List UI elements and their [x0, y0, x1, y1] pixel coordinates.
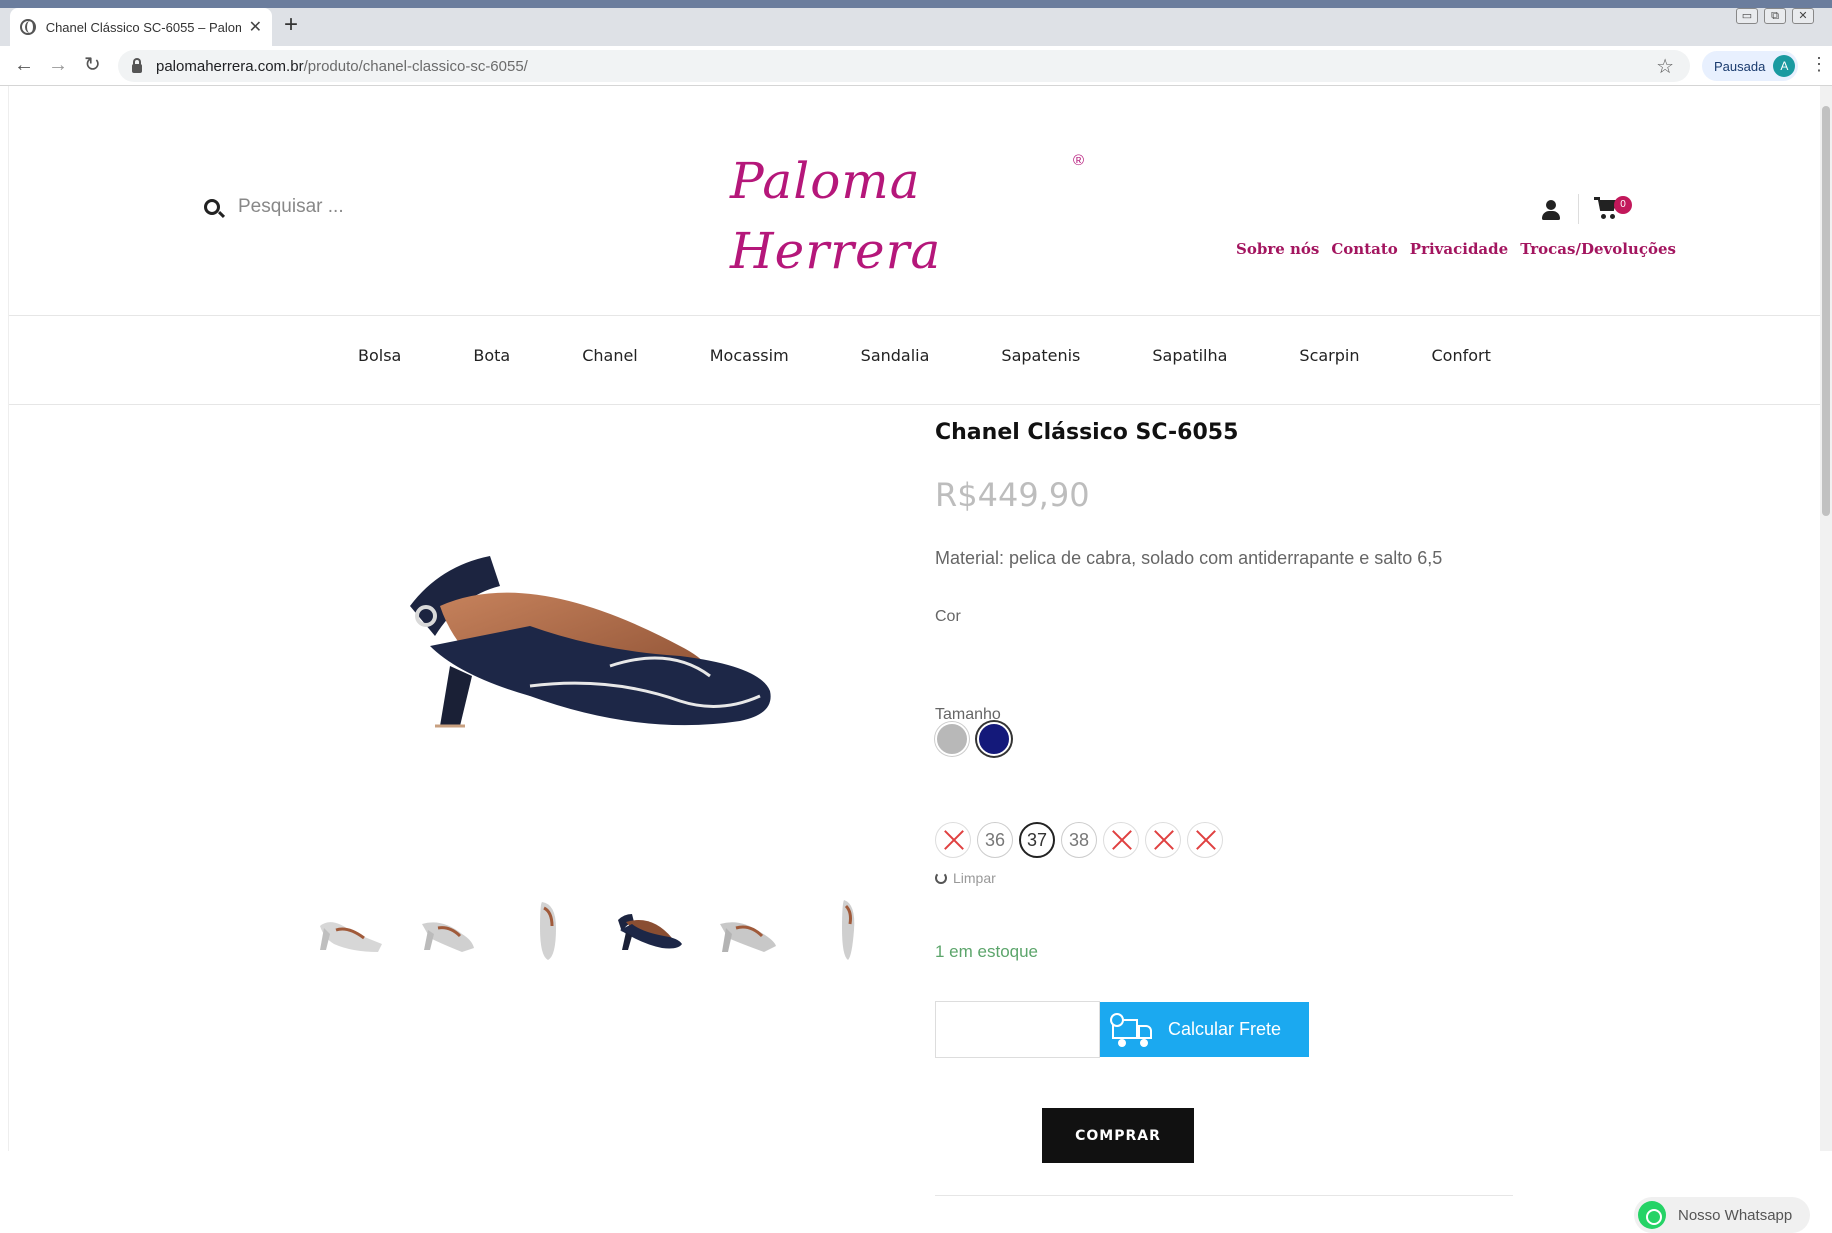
- size-option-unavailable: [935, 822, 971, 858]
- refresh-icon: [935, 872, 947, 884]
- color-swatch-silver[interactable]: [935, 722, 969, 756]
- browser-chrome: Chanel Clássico SC-6055 – Palom ✕ + ▭ ⧉ …: [0, 0, 1832, 86]
- titlebar: [0, 0, 1832, 8]
- product-title: Chanel Clássico SC-6055: [935, 420, 1239, 445]
- site-logo[interactable]: Paloma Herrera ®: [730, 146, 1090, 280]
- truck-icon: [1110, 1012, 1154, 1047]
- icon-divider: [1578, 194, 1579, 224]
- logo-text: Paloma Herrera: [730, 152, 942, 280]
- globe-icon: [20, 19, 36, 35]
- thumbnail[interactable]: [312, 898, 384, 962]
- summary-divider: [935, 1195, 1513, 1196]
- thumbnail[interactable]: [612, 898, 684, 962]
- search-input[interactable]: [238, 196, 498, 218]
- nav-item-chanel[interactable]: Chanel: [582, 346, 638, 365]
- minimize-button[interactable]: ▭: [1736, 8, 1758, 24]
- size-option-36[interactable]: 36: [977, 822, 1013, 858]
- nav-item-bolsa[interactable]: Bolsa: [358, 346, 401, 365]
- nav-item-mocassim[interactable]: Mocassim: [710, 346, 789, 365]
- page-scrollbar[interactable]: [1820, 86, 1832, 1151]
- thumbnail[interactable]: [512, 898, 584, 962]
- nav-item-sapatenis[interactable]: Sapatenis: [1001, 346, 1080, 365]
- category-nav: Bolsa Bota Chanel Mocassim Sandalia Sapa…: [358, 346, 1563, 365]
- profile-label: Pausada: [1714, 58, 1766, 74]
- link-sobre-nos[interactable]: Sobre nós: [1236, 240, 1319, 258]
- address-bar[interactable]: palomaherrera.com.br /produto/chanel-cla…: [118, 50, 1690, 82]
- browser-menu-icon[interactable]: ⋮: [1810, 54, 1828, 75]
- size-option-unavailable: [1145, 822, 1181, 858]
- url-path: /produto/chanel-classico-sc-6055/: [303, 57, 528, 75]
- bookmark-star-icon[interactable]: ☆: [1656, 54, 1674, 79]
- registered-mark: ®: [1072, 152, 1084, 169]
- search-icon[interactable]: [204, 199, 220, 215]
- calculate-shipping-label: Calcular Frete: [1168, 1019, 1282, 1039]
- lock-icon: [132, 57, 142, 73]
- color-swatches: [935, 722, 1011, 756]
- product-price: R$449,90: [935, 476, 1090, 514]
- close-tab-icon[interactable]: ✕: [249, 17, 262, 37]
- size-option-unavailable: [1187, 822, 1223, 858]
- window-controls: ▭ ⧉ ✕: [1736, 8, 1814, 24]
- url-host: palomaherrera.com.br: [156, 57, 304, 75]
- cart-count-badge: 0: [1614, 196, 1632, 214]
- nav-item-scarpin[interactable]: Scarpin: [1299, 346, 1359, 365]
- browser-toolbar: ← → ↻ palomaherrera.com.br /produto/chan…: [0, 46, 1832, 86]
- profile-button[interactable]: Pausada A: [1702, 51, 1798, 81]
- product-main-image[interactable]: [380, 526, 800, 766]
- size-option-38[interactable]: 38: [1061, 822, 1097, 858]
- user-icon[interactable]: [1541, 200, 1561, 222]
- zip-code-input[interactable]: [935, 1001, 1100, 1058]
- search-bar: [204, 196, 498, 218]
- thumbnail[interactable]: [812, 898, 884, 962]
- link-privacidade[interactable]: Privacidade: [1410, 240, 1508, 258]
- whatsapp-label: Nosso Whatsapp: [1678, 1206, 1793, 1224]
- whatsapp-icon: [1638, 1201, 1666, 1229]
- nav-item-sandalia[interactable]: Sandalia: [861, 346, 930, 365]
- nav-item-bota[interactable]: Bota: [473, 346, 510, 365]
- link-trocas-devolucoes[interactable]: Trocas/Devoluções: [1520, 240, 1676, 258]
- tab-title: Chanel Clássico SC-6055 – Palom: [45, 19, 241, 35]
- size-label: Tamanho: [935, 706, 1001, 723]
- stock-status: 1 em estoque: [935, 942, 1039, 961]
- forward-button[interactable]: →: [48, 52, 68, 78]
- buy-button[interactable]: COMPRAR: [1042, 1108, 1194, 1163]
- clear-selection-link[interactable]: Limpar: [935, 870, 996, 886]
- product-description: Material: pelica de cabra, solado com an…: [935, 548, 1443, 568]
- thumbnail[interactable]: [712, 898, 784, 962]
- back-button[interactable]: ←: [14, 52, 34, 78]
- size-option-37[interactable]: 37: [1019, 822, 1055, 858]
- nav-item-sapatilha[interactable]: Sapatilha: [1152, 346, 1227, 365]
- avatar: A: [1773, 55, 1796, 77]
- nav-item-confort[interactable]: Confort: [1432, 346, 1491, 365]
- restore-button[interactable]: ⧉: [1764, 8, 1786, 24]
- close-window-button[interactable]: ✕: [1792, 8, 1814, 24]
- clear-label: Limpar: [953, 870, 996, 886]
- shipping-calculator: Calcular Frete: [935, 1001, 1309, 1058]
- new-tab-button[interactable]: +: [284, 12, 298, 38]
- page: Paloma Herrera ® 0 Sobre nós Contato Pri…: [0, 86, 1832, 1233]
- top-links: Sobre nós Contato Privacidade Trocas/Dev…: [1236, 240, 1676, 258]
- calculate-shipping-button[interactable]: Calcular Frete: [1100, 1002, 1309, 1057]
- color-label: Cor: [935, 608, 961, 625]
- thumbnail[interactable]: [412, 898, 484, 962]
- nav-divider-top: [9, 315, 1820, 316]
- nav-divider-bottom: [9, 404, 1820, 405]
- whatsapp-button[interactable]: Nosso Whatsapp: [1634, 1197, 1810, 1233]
- reload-button[interactable]: ↻: [84, 52, 101, 78]
- size-options: 36 37 38: [935, 822, 1223, 858]
- link-contato[interactable]: Contato: [1331, 240, 1397, 258]
- color-swatch-navy[interactable]: [977, 722, 1011, 756]
- page-left-edge: [0, 86, 9, 1151]
- browser-tab[interactable]: Chanel Clássico SC-6055 – Palom ✕: [10, 8, 272, 46]
- scrollbar-thumb[interactable]: [1822, 106, 1830, 516]
- thumbnail-strip: [312, 898, 884, 962]
- size-option-unavailable: [1103, 822, 1139, 858]
